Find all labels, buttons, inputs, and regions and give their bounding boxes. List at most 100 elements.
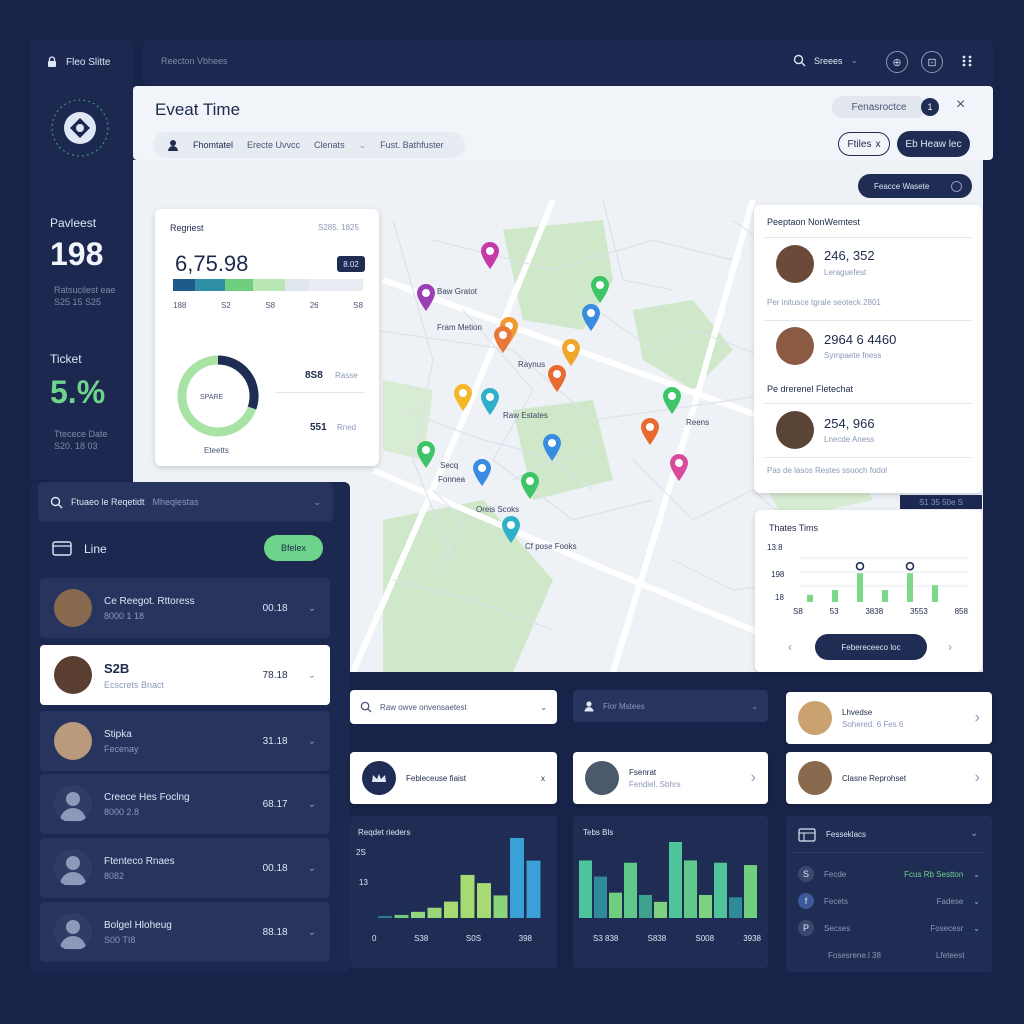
settings-row[interactable]: P Secses Fosecesr ⌄: [798, 920, 980, 936]
map-pin-icon[interactable]: [452, 382, 474, 412]
brand[interactable]: Fleo Slitte: [46, 56, 110, 68]
time-chart-title: Thates Tims: [769, 523, 819, 533]
list-item-text: Bolgel Hloheug S00 TI8: [104, 920, 251, 945]
map-pin-icon[interactable]: [519, 470, 541, 500]
x-axis: S3 838 S838 S008 3938: [593, 934, 761, 943]
notification-button[interactable]: ⊕: [886, 51, 908, 73]
chart-card-2: Tebs Bls S3 838 S838 S008 3938: [573, 816, 768, 968]
chart-card-1: Reqdet rieders 2S 13 0 S38 S0S 398: [350, 816, 557, 968]
settings-row-icon: f: [798, 893, 814, 909]
avatar: [798, 701, 832, 735]
chevron-down-icon: ⌄: [307, 926, 316, 938]
map-pin-icon[interactable]: [541, 432, 563, 462]
chip-1[interactable]: Fhomtatel: [193, 140, 233, 150]
map-pin-icon[interactable]: [668, 452, 690, 482]
settings-row[interactable]: f Fecets Fadese ⌄: [798, 893, 980, 909]
avatar: [585, 761, 619, 795]
map-label-1: Baw Gratot: [437, 287, 478, 296]
kpi-sub-2b: S20. 18 03: [54, 441, 98, 451]
list-item[interactable]: Creece Hes Foclng 8000 2.8 68.17 ⌄: [40, 774, 330, 834]
y-tick: 13.8: [767, 543, 783, 552]
chip-3[interactable]: Clenats: [314, 140, 345, 150]
map-pin-icon[interactable]: [500, 514, 522, 544]
x-tick: 3553: [909, 607, 928, 616]
list-item[interactable]: S2B Ecscrets Bnact 78.18 ⌄: [40, 645, 330, 705]
mini-card-1[interactable]: Febleceuse fiaist x: [350, 752, 557, 804]
map-pin-icon[interactable]: [580, 302, 602, 332]
mini-card-4[interactable]: Clasne Reprohset ›: [786, 752, 992, 804]
secondary-search-input[interactable]: Raw owve onvensaetest ⌄: [350, 690, 557, 724]
topbar-search[interactable]: Sreees ⌄: [793, 54, 858, 67]
map-pin-icon[interactable]: [415, 282, 437, 312]
chevron-down-icon: ⌄: [358, 139, 367, 150]
map-pin-icon[interactable]: [639, 416, 661, 446]
toggle-icon: [951, 180, 962, 192]
list-search[interactable]: Ftuaeo le Reqetidt Mheqlestas ⌄: [38, 482, 333, 522]
scale-label: S8: [265, 301, 276, 310]
divider: [764, 320, 972, 321]
stats-card: Regriest S285. 1825 6,75.98 8.02 188 S2 …: [155, 209, 379, 466]
x-tick: S838: [647, 934, 667, 943]
list-item-text: Stipka Fecenay: [104, 729, 251, 754]
settings-row[interactable]: S Fecde Fcus Rb Sestton ⌄: [798, 866, 980, 882]
filter-pill[interactable]: Fenasroctce: [832, 96, 926, 118]
chart-bar: [624, 862, 637, 918]
donut-center-label: SPARE: [200, 394, 224, 401]
map-label-5: Reens: [686, 418, 710, 427]
entry-sub: Sympaete fness: [824, 351, 882, 360]
chart-bar: [579, 860, 592, 918]
kpi-value-1: 198: [50, 236, 104, 272]
list-item[interactable]: Ce Reegot. Rttoress 8000 1 18 00.18 ⌄: [40, 578, 330, 638]
stat-row-label: Rned: [337, 423, 357, 432]
grid-menu-icon[interactable]: [961, 54, 973, 68]
list-item[interactable]: Bolgel Hloheug S00 TI8 88.18 ⌄: [40, 902, 330, 962]
event-header: Eveat Time Fenasroctce 1 × Fhomtatel Ere…: [133, 86, 993, 160]
map-pin-icon[interactable]: [546, 363, 568, 393]
list-item[interactable]: Ftenteco Rnaes 8082 00.18 ⌄: [40, 838, 330, 898]
primary-action-button[interactable]: Eb Heaw lec: [897, 131, 970, 157]
entry-sub: Lnecde Aness: [824, 435, 875, 444]
map-pin-icon[interactable]: [661, 385, 683, 415]
chip-4[interactable]: Fust. Bathfuster: [380, 140, 444, 150]
map-pin-icon[interactable]: [589, 274, 611, 304]
list-item[interactable]: Stipka Fecenay 31.18 ⌄: [40, 711, 330, 771]
section-button[interactable]: Bfelex: [264, 535, 323, 561]
divider: [764, 457, 972, 458]
left-sidebar: Fleo Slitte Pavleest 198 Ratsucilest eae…: [30, 40, 133, 480]
map-pin-icon[interactable]: [479, 240, 501, 270]
kpi-label-2: Ticket: [50, 352, 82, 366]
kpi-label-1: Pavleest: [50, 216, 97, 230]
next-icon[interactable]: ›: [948, 640, 952, 654]
search-label: Sreees: [814, 55, 843, 66]
secondary-dropdown[interactable]: Flor Mstees ⌄: [573, 690, 768, 722]
chip-2[interactable]: Erecte Uvvcc: [247, 140, 300, 150]
time-chart-button[interactable]: Febereceeco loc: [815, 634, 927, 660]
mini-card-2[interactable]: Fsenrat Fendiel. Sbhrs ›: [573, 752, 768, 804]
chart-1-plot: [374, 836, 546, 918]
list-item-sub: Fecenay: [104, 743, 139, 754]
chevron-down-icon: ⌄: [313, 496, 321, 507]
entry-note: Pe drerenel Fletechat: [767, 384, 854, 394]
map-overlay-label: Feacce Wasete: [874, 181, 930, 191]
map-pin-icon[interactable]: [415, 439, 437, 469]
chevron-down-icon[interactable]: ⌄: [970, 828, 978, 839]
map-overlay-button[interactable]: Feacce Wasete: [858, 174, 972, 198]
mini-card-3[interactable]: Lhvedse Sohered. 6 Fes 6 ›: [786, 692, 992, 744]
map-pin-icon[interactable]: [471, 457, 493, 487]
x-tick: S008: [695, 934, 715, 943]
close-icon[interactable]: ×: [956, 96, 965, 114]
map-label-4: Raw Estates: [503, 411, 548, 420]
filter-button[interactable]: Ftiles x: [838, 132, 890, 156]
chart-bar: [654, 901, 667, 918]
map-pin-icon[interactable]: [479, 386, 501, 416]
avatar: [776, 411, 814, 449]
scale-label: 188: [173, 301, 187, 310]
calendar-button[interactable]: ⊡: [921, 51, 943, 73]
brand-name: Fleo Slitte: [66, 56, 111, 68]
filter-clear-mark: x: [875, 138, 881, 150]
chart-bar: [427, 907, 442, 918]
prev-icon[interactable]: ‹: [788, 640, 792, 654]
settings-footer-label: Fosesrene.l 38: [828, 951, 881, 960]
map-pin-icon[interactable]: [492, 324, 514, 354]
list-item-sub: Ecscrets Bnact: [104, 679, 165, 690]
